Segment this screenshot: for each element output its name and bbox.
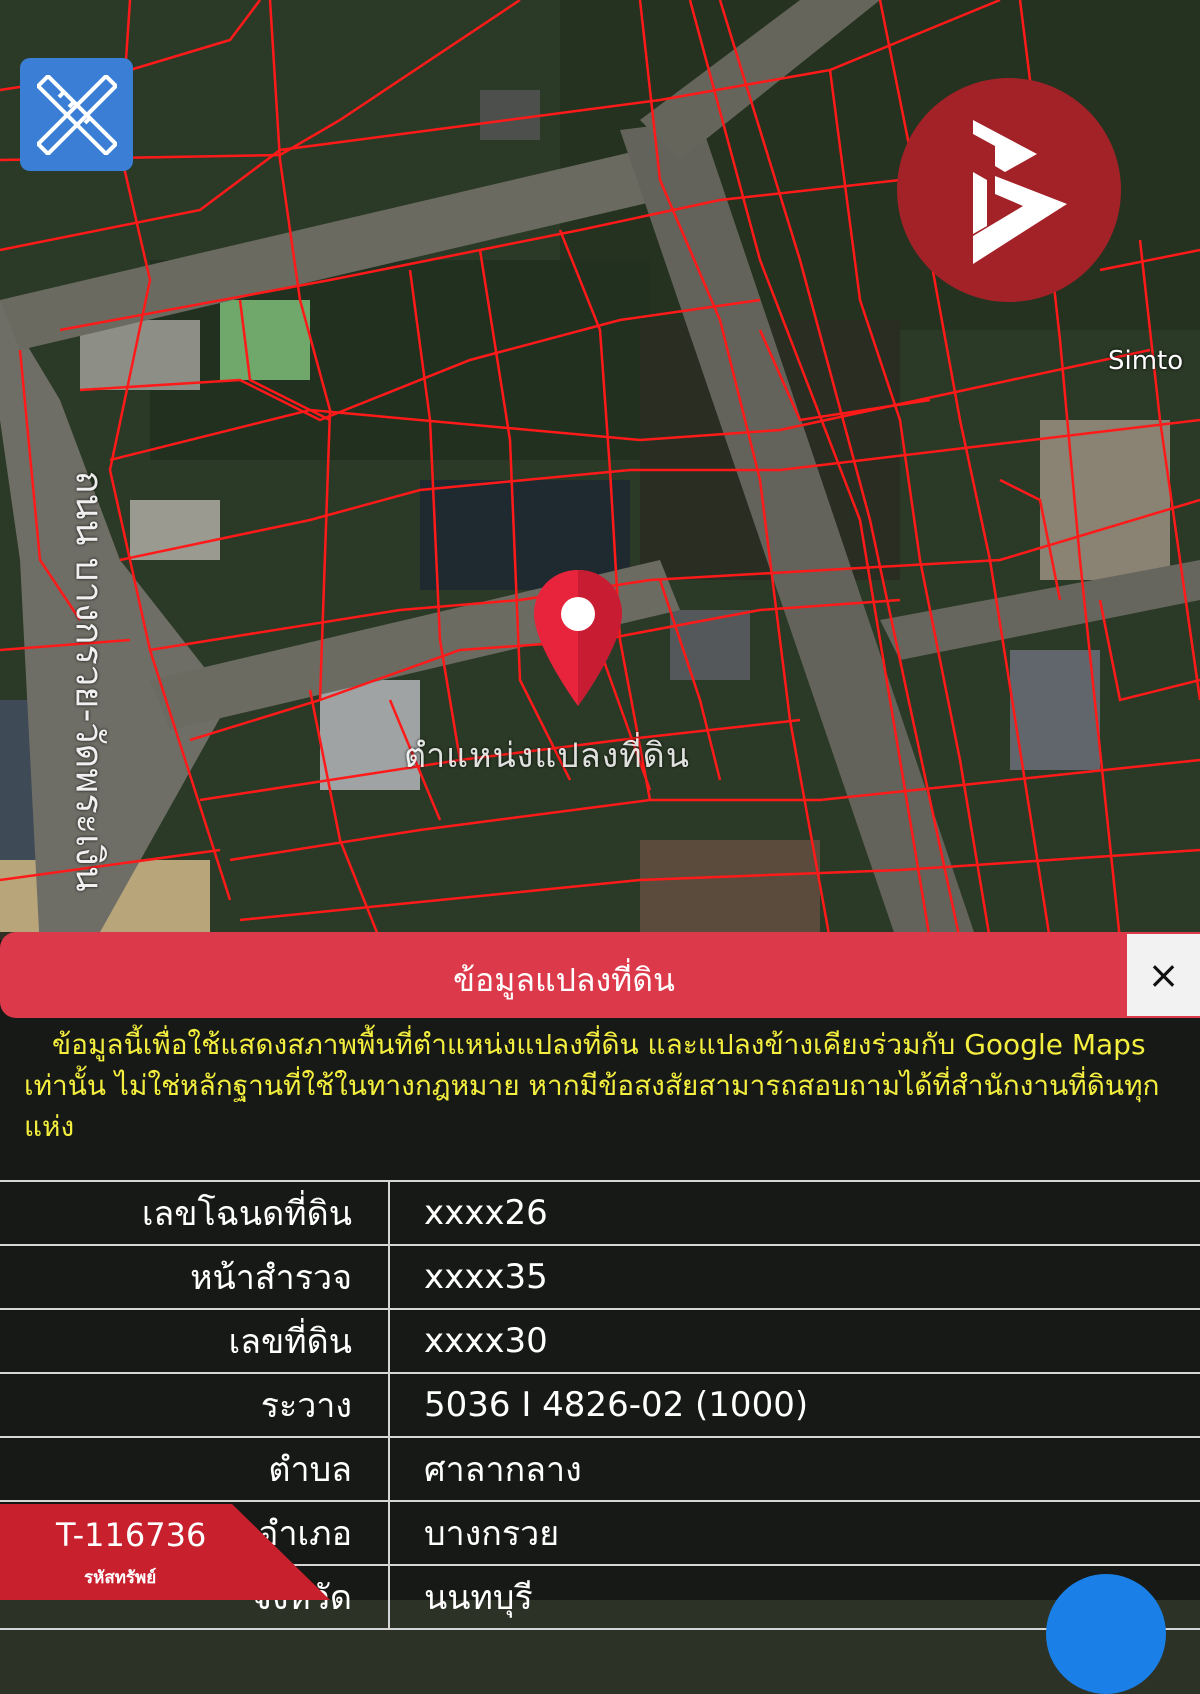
row-label: เลขที่ดิน bbox=[0, 1308, 390, 1374]
asset-code: T-116736 bbox=[56, 1516, 207, 1554]
close-icon: × bbox=[1147, 953, 1180, 997]
disclaimer-text: ข้อมูลนี้เพื่อใช้แสดงสภาพพื้นที่ตำแหน่งแ… bbox=[24, 1028, 1160, 1143]
road-label: ถนน บางกรวย-วัดพระเงิน bbox=[67, 470, 112, 892]
row-value: ศาลากลาง bbox=[389, 1436, 1200, 1502]
row-label: เลขโฉนดที่ดิน bbox=[0, 1180, 390, 1246]
table-row: หน้าสำรวจ xxxx35 bbox=[0, 1244, 1200, 1310]
table-row: ระวาง 5036 I 4826-02 (1000) bbox=[0, 1372, 1200, 1438]
table-row: เลขโฉนดที่ดิน xxxx26 bbox=[0, 1180, 1200, 1246]
floating-action-button[interactable] bbox=[1046, 1574, 1166, 1694]
row-value: บางกรวย bbox=[389, 1500, 1200, 1566]
row-value: xxxx30 bbox=[389, 1308, 1200, 1374]
brand-b-logo-icon bbox=[895, 76, 1123, 304]
asset-code-label: รหัสทรัพย์ bbox=[84, 1568, 157, 1588]
location-pin-icon[interactable] bbox=[530, 568, 626, 708]
measure-tool-button[interactable] bbox=[20, 58, 133, 171]
row-value: 5036 I 4826-02 (1000) bbox=[389, 1372, 1200, 1438]
place-label: Simto bbox=[1108, 346, 1184, 376]
row-label: หน้าสำรวจ bbox=[0, 1244, 390, 1310]
row-label: ตำบล bbox=[0, 1436, 390, 1502]
ruler-pencil-icon bbox=[36, 74, 117, 155]
row-label: ระวาง bbox=[0, 1372, 390, 1438]
row-value: xxxx26 bbox=[389, 1180, 1200, 1246]
row-value: xxxx35 bbox=[389, 1244, 1200, 1310]
pin-label: ตำแหน่งแปลงที่ดิน bbox=[404, 736, 691, 776]
close-button[interactable]: × bbox=[1127, 934, 1200, 1016]
panel-title: ข้อมูลแปลงที่ดิน bbox=[453, 961, 675, 999]
table-row: เลขที่ดิน xxxx30 bbox=[0, 1308, 1200, 1374]
table-row: ตำบล ศาลากลาง bbox=[0, 1436, 1200, 1502]
